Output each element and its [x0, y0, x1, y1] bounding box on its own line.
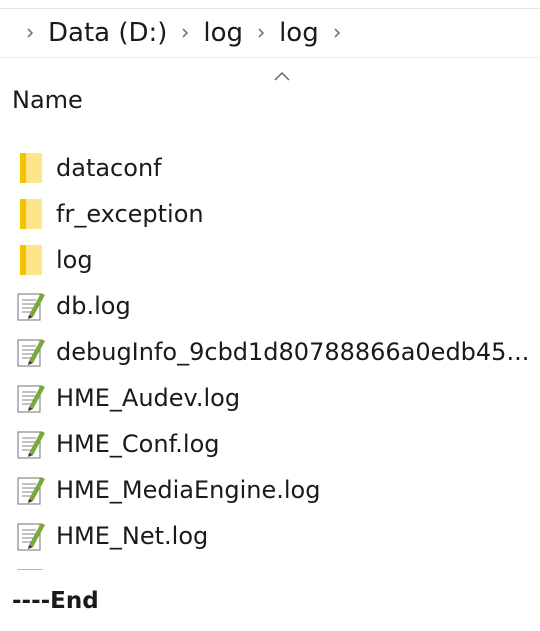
chevron-right-icon[interactable]	[20, 23, 40, 43]
address-breadcrumb[interactable]: Data (D:) log log	[0, 8, 540, 58]
file-name-label: HME_Net.log	[56, 522, 209, 550]
file-name-label: db.log	[56, 292, 131, 320]
file-row[interactable]: HME_Conf.log	[0, 421, 540, 467]
file-row[interactable]: HME_Audev.log	[0, 375, 540, 421]
file-row[interactable]: debugInfo_9cbd1d80788866a0edb45...	[0, 329, 540, 375]
text-file-icon	[14, 565, 48, 570]
file-row[interactable]: db.log	[0, 283, 540, 329]
text-file-icon	[14, 427, 48, 461]
text-file-icon	[14, 473, 48, 507]
file-name-label: HME_Conf.log	[56, 430, 220, 458]
end-label: ----End	[12, 588, 99, 614]
file-name-label: debugInfo_9cbd1d80788866a0edb45...	[56, 338, 530, 366]
file-row[interactable]: HME_Ptcl...	[0, 559, 540, 570]
file-name-label: dataconf	[56, 154, 162, 182]
file-name-label: fr_exception	[56, 200, 204, 228]
folder-icon	[14, 197, 48, 231]
folder-row[interactable]: fr_exception	[0, 191, 540, 237]
file-name-label: HME_Audev.log	[56, 384, 241, 412]
file-name-label: HME_MediaEngine.log	[56, 476, 321, 504]
file-name-label: log	[56, 246, 93, 274]
text-file-icon	[14, 335, 48, 369]
folder-row[interactable]: dataconf	[0, 145, 540, 191]
file-name-label: HME_Ptcl...	[56, 565, 189, 570]
folder-row[interactable]: log	[0, 237, 540, 283]
folder-icon	[14, 151, 48, 185]
folder-icon	[14, 243, 48, 277]
chevron-right-icon[interactable]	[175, 23, 195, 43]
column-header-name[interactable]: Name	[12, 86, 83, 114]
file-list: dataconf fr_exception log db.log debugIn…	[0, 145, 540, 570]
sort-ascending-caret-icon	[272, 68, 292, 82]
chevron-right-icon[interactable]	[327, 23, 347, 43]
text-file-icon	[14, 289, 48, 323]
text-file-icon	[14, 381, 48, 415]
breadcrumb-item-data-drive[interactable]: Data (D:)	[46, 18, 169, 48]
file-row[interactable]: HME_MediaEngine.log	[0, 467, 540, 513]
chevron-right-icon[interactable]	[251, 23, 271, 43]
file-row[interactable]: HME_Net.log	[0, 513, 540, 559]
breadcrumb-item-log[interactable]: log	[201, 18, 245, 48]
text-file-icon	[14, 519, 48, 553]
breadcrumb-item-log-current[interactable]: log	[277, 18, 321, 48]
